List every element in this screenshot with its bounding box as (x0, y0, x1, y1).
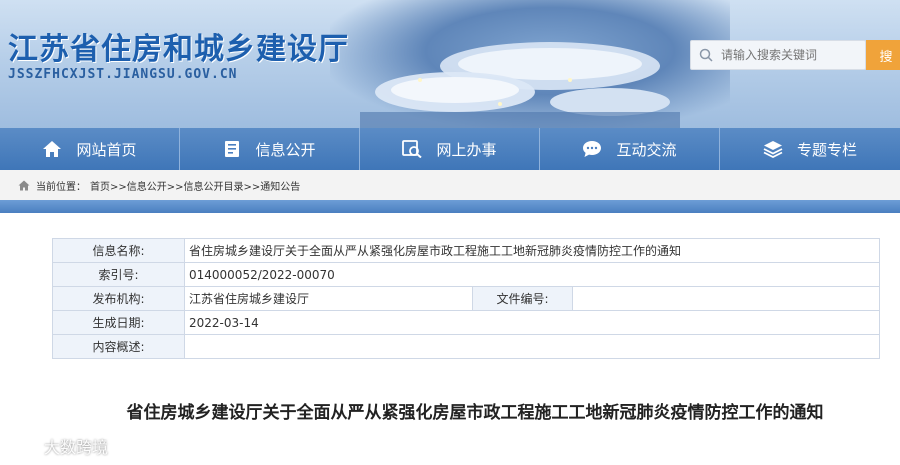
document-info-table: 信息名称: 省住房城乡建设厅关于全面从严从紧强化房屋市政工程施工工地新冠肺炎疫情… (52, 238, 880, 359)
info-docno-label: 文件编号: (472, 286, 573, 311)
info-name-value: 省住房城乡建设厅关于全面从严从紧强化房屋市政工程施工工地新冠肺炎疫情防控工作的通… (184, 238, 880, 263)
info-date-value: 2022-03-14 (184, 310, 880, 335)
home-icon (18, 180, 30, 190)
watermark-logo-icon (11, 438, 39, 453)
document-icon (225, 141, 240, 157)
breadcrumb-path[interactable]: 首页>>信息公开>>信息公开目录>>通知公告 (90, 178, 300, 193)
search-box (690, 40, 866, 70)
site-title[interactable]: 江苏省住房和城乡建设厅 (8, 24, 349, 68)
layers-icon (763, 141, 783, 158)
table-row: 内容概述: (52, 334, 880, 359)
watermark-text: 大数跨境 (44, 438, 109, 457)
table-row: 生成日期: 2022-03-14 (52, 310, 880, 335)
nav-item-home[interactable]: 网站首页 (0, 128, 180, 170)
nav-item-info-disclosure[interactable]: 信息公开 (180, 128, 360, 170)
table-row: 索引号: 014000052/2022-00070 (52, 262, 880, 287)
nav-item-special-topics[interactable]: 专题专栏 (720, 128, 900, 170)
info-summary-value (184, 334, 880, 359)
accent-divider (0, 200, 900, 213)
info-docno-value (572, 286, 880, 311)
nav-item-label: 专题专栏 (796, 140, 857, 159)
info-index-label: 索引号: (52, 262, 185, 287)
chat-icon (583, 141, 602, 157)
site-header: 江苏省住房和城乡建设厅 JSSZFHCXJST.JIANGSU.GOV.CN 搜 (0, 0, 900, 128)
home-icon (43, 141, 62, 157)
search-icon (691, 48, 721, 62)
nav-item-online-service[interactable]: 网上办事 (360, 128, 540, 170)
breadcrumb: 当前位置： 首页>>信息公开>>信息公开目录>>通知公告 (0, 170, 900, 200)
info-summary-label: 内容概述: (52, 334, 185, 359)
nav-item-label: 信息公开 (255, 140, 316, 159)
nav-item-interaction[interactable]: 互动交流 (540, 128, 720, 170)
nav-item-label: 网上办事 (436, 140, 497, 159)
article-title: 省住房城乡建设厅关于全面从严从紧强化房屋市政工程施工工地新冠肺炎疫情防控工作的通… (126, 403, 824, 423)
nav-item-label: 网站首页 (76, 140, 137, 159)
service-icon (402, 140, 423, 158)
breadcrumb-prefix: 当前位置： (36, 181, 86, 193)
nav-item-label: 互动交流 (616, 140, 677, 159)
stadium-illustration (360, 42, 680, 128)
main-nav: 网站首页 信息公开 网上办事 互动交流 专题专栏 (0, 128, 900, 170)
info-index-value: 014000052/2022-00070 (184, 262, 880, 287)
info-publisher-value: 江苏省住房城乡建设厅 (184, 286, 473, 311)
search-input[interactable] (721, 48, 861, 62)
watermark: 大数跨境 (10, 434, 108, 458)
table-row: 发布机构: 江苏省住房城乡建设厅 文件编号: (52, 286, 880, 311)
site-domain: JSSZFHCXJST.JIANGSU.GOV.CN (8, 67, 238, 82)
search-button[interactable]: 搜 (866, 40, 900, 70)
info-name-label: 信息名称: (52, 238, 185, 263)
info-publisher-label: 发布机构: (52, 286, 185, 311)
info-date-label: 生成日期: (52, 310, 185, 335)
table-row: 信息名称: 省住房城乡建设厅关于全面从严从紧强化房屋市政工程施工工地新冠肺炎疫情… (52, 238, 880, 263)
